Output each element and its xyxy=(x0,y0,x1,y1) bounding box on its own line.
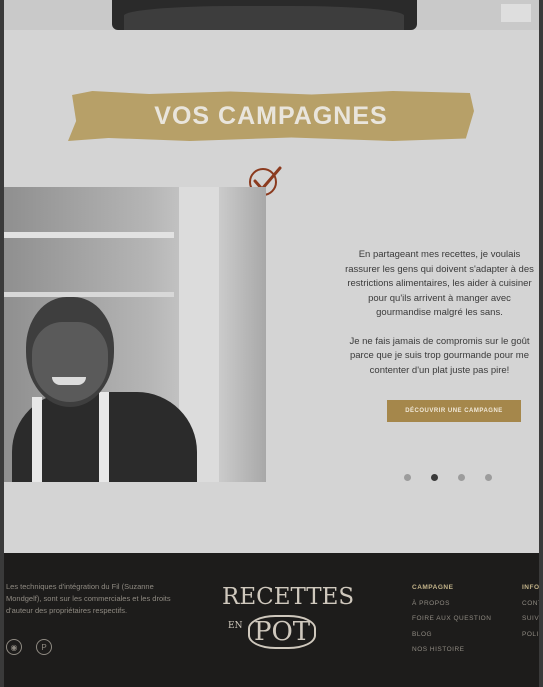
carousel-dot[interactable] xyxy=(485,474,492,481)
photo-person-face xyxy=(32,322,108,402)
instagram-icon[interactable]: ◉ xyxy=(6,639,22,655)
hero-image-strip xyxy=(4,0,539,30)
photo-person-smile xyxy=(52,377,86,385)
campaign-photo xyxy=(4,187,266,482)
logo-line2: EN xyxy=(228,621,243,631)
footer-link-contact[interactable]: CONT xyxy=(522,596,539,612)
carousel-dot[interactable] xyxy=(458,474,465,481)
footer-link-faq[interactable]: FOIRE AUX QUESTION xyxy=(412,611,491,627)
footer: Les techniques d'intégration du Fil (Suz… xyxy=(4,553,539,687)
logo-line3: POT xyxy=(248,615,317,649)
photo-shelf xyxy=(4,292,174,297)
photo-shelf xyxy=(4,232,174,238)
page: VOS CAMPAGNES En partageant mes recettes… xyxy=(4,0,539,687)
carousel-dots xyxy=(404,474,492,481)
site-logo[interactable]: RECETTES EN POT xyxy=(222,584,355,657)
footer-nav-heading-2[interactable]: INFO xyxy=(522,580,539,596)
pinterest-icon[interactable]: P xyxy=(36,639,52,655)
footer-link-about[interactable]: À PROPOS xyxy=(412,596,491,612)
footer-link-policy[interactable]: POLI xyxy=(522,627,539,643)
campaign-paragraph: Je ne fais jamais de compromis sur le go… xyxy=(349,335,530,376)
discover-campaign-button[interactable]: DÉCOUVRIR UNE CAMPAGNE xyxy=(387,400,521,422)
footer-link-blog[interactable]: BLOG xyxy=(412,627,491,643)
footer-nav-heading[interactable]: CAMPAGNE xyxy=(412,580,491,596)
hero-light-block xyxy=(501,4,531,22)
logo-line1: RECETTES xyxy=(222,584,355,610)
photo-apron-strap xyxy=(32,397,42,482)
carousel-dot[interactable] xyxy=(404,474,411,481)
footer-nav-column: CAMPAGNE À PROPOS FOIRE AUX QUESTION BLO… xyxy=(412,580,491,658)
footer-legal-text: Les techniques d'intégration du Fil (Suz… xyxy=(6,582,171,615)
hero-figure xyxy=(124,6,404,30)
footer-link-follow[interactable]: SUIVE xyxy=(522,611,539,627)
section-title: VOS CAMPAGNES xyxy=(154,101,388,130)
social-links: ◉ P xyxy=(6,639,52,655)
footer-nav-column-2: INFO CONT SUIVE POLI xyxy=(522,580,539,642)
footer-link-story[interactable]: NOS HISTOIRE xyxy=(412,642,491,658)
carousel-dot-active[interactable] xyxy=(431,474,438,481)
photo-apron-strap xyxy=(99,392,109,482)
campaign-paragraph: En partageant mes recettes, je voulais r… xyxy=(345,249,534,318)
campaign-description: En partageant mes recettes, je voulais r… xyxy=(340,248,539,392)
